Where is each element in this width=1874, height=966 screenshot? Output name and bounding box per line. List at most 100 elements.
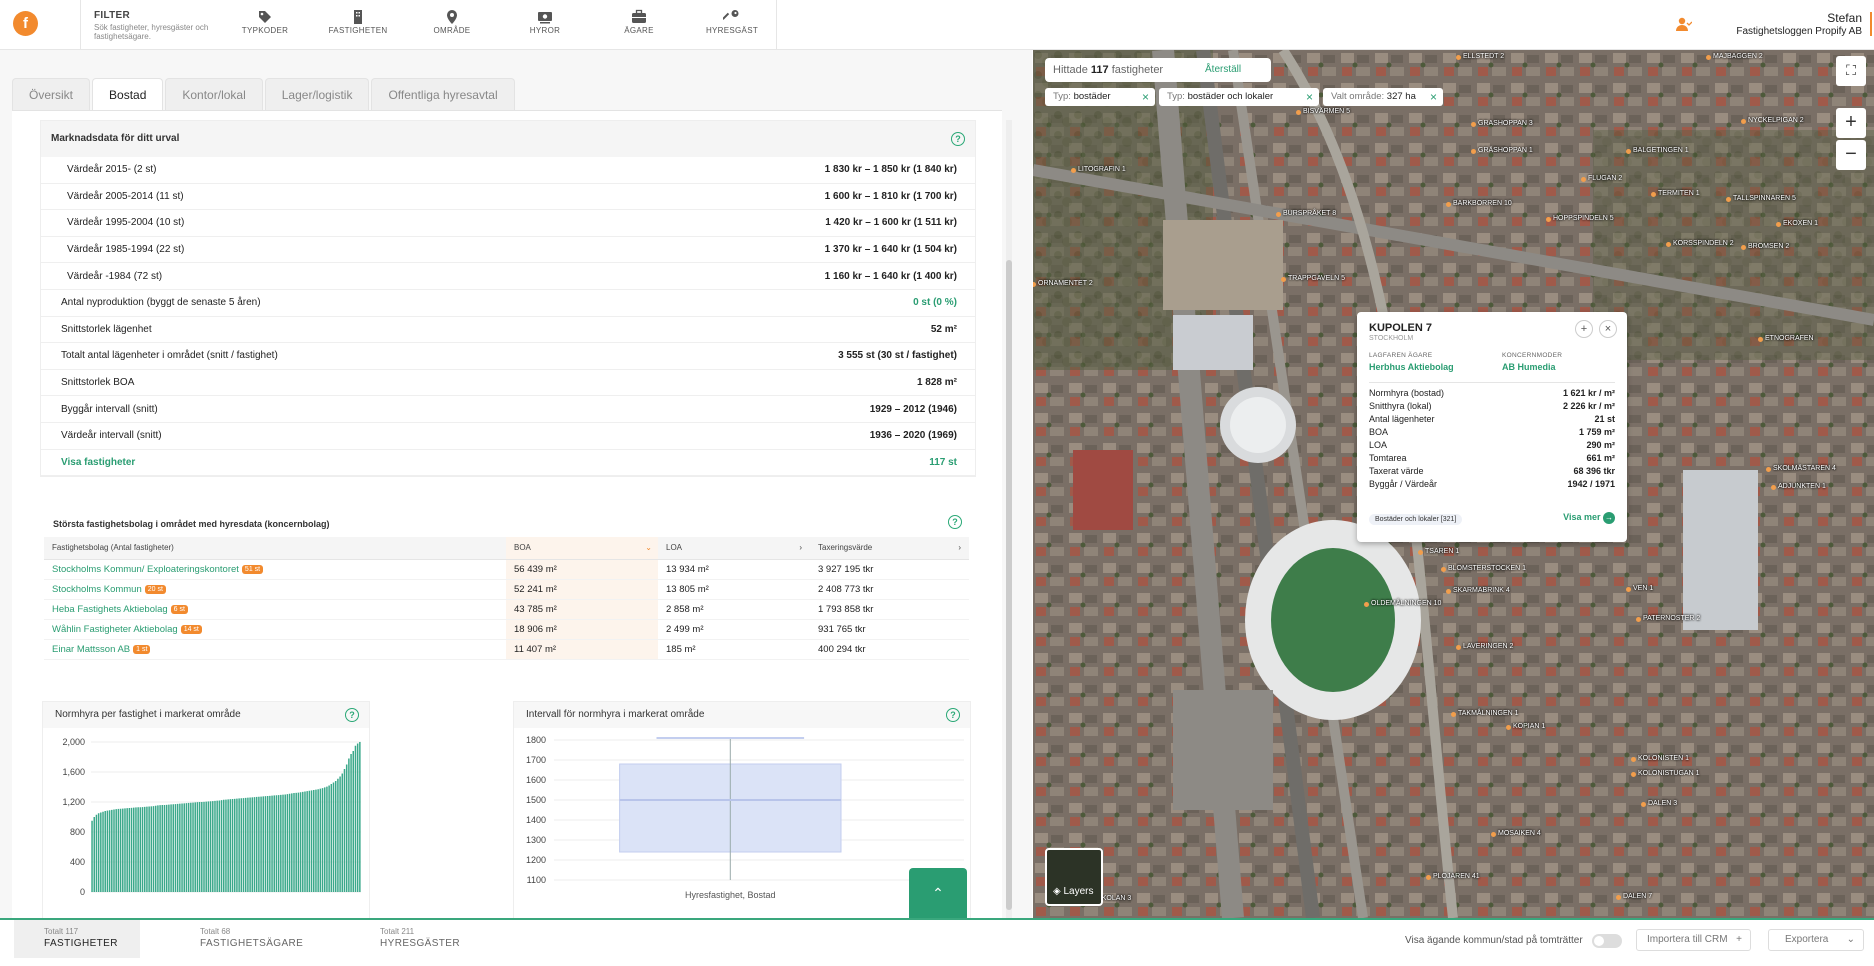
reset-button[interactable]: Återställ xyxy=(1205,58,1241,82)
table-row[interactable]: Wåhlin Fastigheter Aktiebolag 14 st 18 906… xyxy=(44,619,969,640)
bar[interactable] xyxy=(139,807,142,892)
bar[interactable] xyxy=(291,793,293,892)
property-marker[interactable] xyxy=(1471,122,1476,127)
close-button[interactable]: × xyxy=(1599,320,1617,338)
bar[interactable] xyxy=(359,742,361,892)
property-marker[interactable] xyxy=(1281,277,1286,282)
bar[interactable] xyxy=(304,791,306,893)
property-marker[interactable] xyxy=(1506,725,1511,730)
bolag-link[interactable]: Stockholms Kommun/ Exploateringskontoret xyxy=(52,564,239,575)
user-icon[interactable] xyxy=(1674,15,1692,33)
bar[interactable] xyxy=(328,785,330,893)
bar[interactable] xyxy=(170,804,172,892)
property-marker[interactable] xyxy=(1426,875,1431,880)
bar[interactable] xyxy=(128,808,131,892)
property-marker[interactable] xyxy=(1471,149,1476,154)
help-icon[interactable]: ? xyxy=(345,708,359,722)
bar[interactable] xyxy=(269,795,271,892)
help-icon[interactable]: ? xyxy=(948,515,962,529)
bar[interactable] xyxy=(196,802,199,892)
bar[interactable] xyxy=(249,797,251,893)
bar[interactable] xyxy=(154,805,157,892)
bar[interactable] xyxy=(165,804,168,892)
bar[interactable] xyxy=(258,796,260,892)
bar[interactable] xyxy=(306,791,308,892)
property-marker[interactable] xyxy=(1446,202,1451,207)
close-icon[interactable]: × xyxy=(1306,88,1313,106)
bar[interactable] xyxy=(91,820,93,892)
filter-chip[interactable]: Typ: bostäder och lokaler × xyxy=(1159,88,1319,106)
tab-oversikt[interactable]: Översikt xyxy=(12,78,91,110)
close-icon[interactable]: × xyxy=(1430,88,1437,106)
bar[interactable] xyxy=(295,792,297,892)
add-button[interactable]: + xyxy=(1575,320,1593,338)
col-header-bolag[interactable]: Fastighetsbolag (Antal fastigheter) xyxy=(44,537,506,560)
bar[interactable] xyxy=(350,754,352,892)
table-row[interactable]: Einar Mattsson AB 1 st 11 407 m² 185 m² 400 … xyxy=(44,639,969,660)
bar[interactable] xyxy=(321,788,324,892)
bar[interactable] xyxy=(233,798,236,892)
bolag-link[interactable]: Einar Mattsson AB xyxy=(52,644,130,655)
bar[interactable] xyxy=(117,808,120,892)
bar[interactable] xyxy=(326,786,328,892)
bar[interactable] xyxy=(179,803,181,892)
nav-hyror[interactable]: HYROR xyxy=(505,8,585,35)
bar[interactable] xyxy=(130,807,133,892)
bar[interactable] xyxy=(227,799,229,892)
bar[interactable] xyxy=(266,796,269,892)
app-logo-icon[interactable]: f xyxy=(13,11,38,36)
property-marker[interactable] xyxy=(1631,772,1636,777)
property-marker[interactable] xyxy=(1626,149,1631,154)
fullscreen-button[interactable]: ⛶ xyxy=(1836,56,1866,86)
bar[interactable] xyxy=(122,808,124,892)
bar[interactable] xyxy=(159,805,161,892)
property-marker[interactable] xyxy=(1776,222,1781,227)
scroll-up-button[interactable]: ⌃ xyxy=(909,868,967,918)
bar[interactable] xyxy=(310,790,313,892)
tomtratt-toggle[interactable] xyxy=(1592,934,1622,948)
bar[interactable] xyxy=(212,801,214,892)
nav-typkoder[interactable]: TYPKODER xyxy=(225,8,305,35)
bar[interactable] xyxy=(251,797,254,892)
bar[interactable] xyxy=(282,794,284,892)
property-marker[interactable] xyxy=(1418,550,1423,555)
bar[interactable] xyxy=(345,764,348,893)
col-header-tax[interactable]: Taxeringsvärde › xyxy=(810,537,969,560)
close-icon[interactable]: × xyxy=(1142,88,1149,106)
bar[interactable] xyxy=(209,801,212,892)
property-marker[interactable] xyxy=(1446,589,1451,594)
bar[interactable] xyxy=(229,799,232,892)
property-marker[interactable] xyxy=(1641,802,1646,807)
filter-chip[interactable]: Valt område: 327 ha × xyxy=(1323,88,1443,106)
property-marker[interactable] xyxy=(1451,712,1456,717)
bar[interactable] xyxy=(218,800,221,893)
bar[interactable] xyxy=(332,782,335,893)
property-marker[interactable] xyxy=(1456,645,1461,650)
bar[interactable] xyxy=(95,814,98,892)
nav-fastigheten[interactable]: FASTIGHETEN xyxy=(318,8,398,35)
bar[interactable] xyxy=(225,799,227,892)
col-header-loa[interactable]: LOA › xyxy=(658,537,810,560)
bar[interactable] xyxy=(238,798,240,892)
property-marker[interactable] xyxy=(1491,832,1496,837)
user-menu[interactable]: Stefan Fastighetsloggen Propify AB xyxy=(1736,12,1862,38)
bar[interactable] xyxy=(286,794,289,892)
property-marker[interactable] xyxy=(1296,110,1301,115)
table-row[interactable]: Heba Fastighets Aktiebolag 6 st 43 785 m² 2… xyxy=(44,599,969,620)
scrollbar-thumb[interactable] xyxy=(1006,260,1012,910)
bar[interactable] xyxy=(236,798,238,892)
bar[interactable] xyxy=(157,805,159,892)
bolag-link[interactable]: Stockholms Kommun xyxy=(52,584,142,595)
property-marker[interactable] xyxy=(1071,168,1076,173)
property-marker[interactable] xyxy=(1456,55,1461,60)
bar[interactable] xyxy=(240,798,243,892)
bar[interactable] xyxy=(172,804,175,892)
bar[interactable] xyxy=(297,792,300,892)
zoom-out-button[interactable]: − xyxy=(1836,140,1866,170)
bar[interactable] xyxy=(97,813,100,892)
bar[interactable] xyxy=(137,807,139,892)
bar[interactable] xyxy=(201,802,203,892)
bar[interactable] xyxy=(313,790,315,892)
bar[interactable] xyxy=(352,751,355,892)
bolag-link[interactable]: Wåhlin Fastigheter Aktiebolag xyxy=(52,624,178,635)
